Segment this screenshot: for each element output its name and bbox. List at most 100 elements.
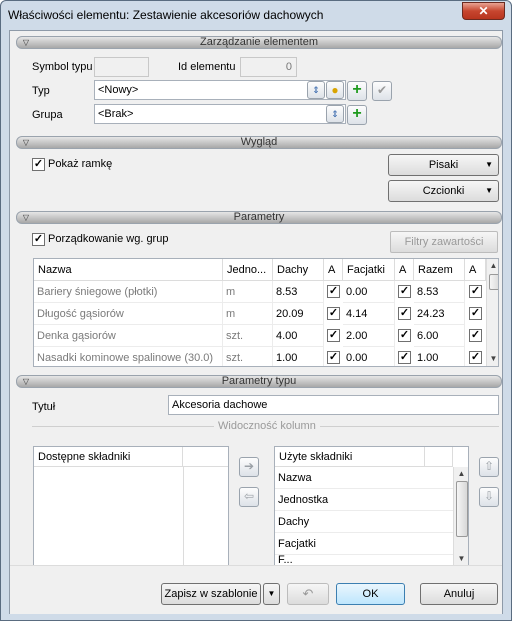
- used-scrollbar[interactable]: ▲ ▼: [453, 467, 468, 565]
- scroll-up-icon[interactable]: ▲: [454, 467, 468, 481]
- symbol-label: Symbol typu: [32, 61, 93, 73]
- chevron-down-icon[interactable]: ▼: [263, 583, 280, 605]
- cell-check[interactable]: ✓: [327, 329, 340, 342]
- visibility-label: Widoczność kolumn: [214, 420, 320, 432]
- cell-check[interactable]: ✓: [398, 307, 411, 320]
- used-list: Użyte składniki Nazwa Jednostka Dachy Fa…: [274, 446, 469, 565]
- id-label: Id elementu: [178, 61, 236, 73]
- ok-button[interactable]: OK: [336, 583, 405, 605]
- pens-button[interactable]: Pisaki ▼: [388, 154, 499, 176]
- show-frame-checkbox[interactable]: ✓: [32, 158, 45, 171]
- grupa-label: Grupa: [32, 109, 63, 121]
- col-header[interactable]: A: [324, 259, 343, 281]
- content-filters-button[interactable]: Filtry zawartości: [390, 231, 498, 253]
- available-header-extra: [183, 447, 228, 467]
- section-title: Wygląd: [240, 136, 278, 148]
- cell-dachy[interactable]: 1.00: [273, 347, 324, 366]
- fonts-button[interactable]: Czcionki ▼: [388, 180, 499, 202]
- col-header[interactable]: Facjatki: [343, 259, 395, 281]
- cell-check[interactable]: ✓: [327, 285, 340, 298]
- chevron-down-icon: ▼: [485, 160, 493, 169]
- params-scrollbar[interactable]: ▲ ▼: [486, 259, 498, 366]
- col-header[interactable]: Nazwa: [34, 259, 223, 281]
- available-header[interactable]: Dostępne składniki: [34, 447, 183, 467]
- cell-check[interactable]: ✓: [469, 351, 482, 364]
- used-header[interactable]: Użyte składniki: [275, 447, 425, 467]
- cell-unit: m: [223, 281, 273, 303]
- symbol-field: [94, 57, 149, 77]
- scroll-thumb[interactable]: [456, 481, 468, 537]
- section-title: Parametry: [233, 211, 285, 223]
- grupa-field[interactable]: <Brak>: [94, 104, 346, 124]
- cell-facjatki[interactable]: 0.00: [343, 347, 395, 366]
- cell-check[interactable]: ✓: [469, 285, 482, 298]
- cell-razem[interactable]: 6.00: [414, 325, 465, 347]
- cell-facjatki[interactable]: 2.00: [343, 325, 395, 347]
- add-type-button[interactable]: +: [347, 81, 367, 101]
- cell-dachy[interactable]: 8.53: [273, 281, 324, 303]
- collapse-icon: ▽: [22, 138, 30, 147]
- cell-razem[interactable]: 8.53: [414, 281, 465, 303]
- dropdown-icon[interactable]: ⇕: [307, 81, 325, 99]
- cell-razem[interactable]: 24.23: [414, 303, 465, 325]
- cell-check[interactable]: ✓: [327, 351, 340, 364]
- list-item[interactable]: Dachy: [275, 511, 453, 533]
- cancel-button[interactable]: Anuluj: [420, 583, 498, 605]
- cell-check[interactable]: ✓: [398, 351, 411, 364]
- list-item[interactable]: Facjatki: [275, 533, 453, 555]
- pens-label: Pisaki: [428, 159, 459, 171]
- cell-unit: m: [223, 303, 273, 325]
- lamp-icon[interactable]: ●: [326, 81, 344, 99]
- cell-facjatki[interactable]: 4.14: [343, 303, 395, 325]
- save-template-button[interactable]: Zapisz w szablonie: [161, 583, 261, 605]
- move-down-button[interactable]: ⇩: [479, 487, 499, 507]
- section-params-header[interactable]: ▽ Parametry: [16, 211, 502, 224]
- move-up-button[interactable]: ⇧: [479, 457, 499, 477]
- close-button[interactable]: ✕: [462, 2, 505, 20]
- cell-unit: szt.: [223, 347, 273, 366]
- cell-name: Nasadki kominowe spalinowe (30.0): [34, 347, 223, 366]
- col-header[interactable]: Jedno...: [223, 259, 273, 281]
- list-item[interactable]: F...: [275, 555, 453, 565]
- cell-check[interactable]: ✓: [398, 329, 411, 342]
- section-manage-header[interactable]: ▽ Zarządzanie elementem: [16, 36, 502, 49]
- cell-facjatki[interactable]: 0.00: [343, 281, 395, 303]
- cell-dachy[interactable]: 4.00: [273, 325, 324, 347]
- scroll-thumb[interactable]: [489, 274, 498, 290]
- move-left-button[interactable]: ⇦: [239, 487, 259, 507]
- cell-check[interactable]: ✓: [469, 329, 482, 342]
- undo-button[interactable]: ↶: [287, 583, 329, 605]
- cell-check[interactable]: ✓: [327, 307, 340, 320]
- col-header[interactable]: Dachy: [273, 259, 324, 281]
- add-group-button[interactable]: +: [347, 105, 367, 125]
- move-right-button[interactable]: ➔: [239, 457, 259, 477]
- fonts-label: Czcionki: [422, 185, 465, 197]
- title-label: Tytuł: [32, 401, 56, 413]
- show-frame-label: Pokaż ramkę: [48, 158, 113, 170]
- scroll-down-icon[interactable]: ▼: [454, 552, 468, 565]
- col-header[interactable]: A: [395, 259, 414, 281]
- col-header[interactable]: A: [465, 259, 486, 281]
- cell-check[interactable]: ✓: [398, 285, 411, 298]
- section-look-header[interactable]: ▽ Wygląd: [16, 136, 502, 149]
- section-type-params-header[interactable]: ▽ Parametry typu: [16, 375, 502, 388]
- dropdown-icon[interactable]: ⇕: [326, 105, 344, 123]
- cell-razem[interactable]: 1.00: [414, 347, 465, 366]
- collapse-icon: ▽: [22, 213, 30, 222]
- scroll-down-icon[interactable]: ▼: [487, 352, 498, 366]
- title-field[interactable]: Akcesoria dachowe: [168, 395, 499, 415]
- sort-groups-checkbox[interactable]: ✓: [32, 233, 45, 246]
- list-item[interactable]: Nazwa: [275, 467, 453, 489]
- confirm-icon[interactable]: ✔: [372, 81, 392, 101]
- params-table: Nazwa Jedno... Dachy A Facjatki A Razem …: [33, 258, 499, 367]
- scroll-up-icon[interactable]: ▲: [487, 259, 498, 273]
- cell-check[interactable]: ✓: [469, 307, 482, 320]
- typ-label: Typ: [32, 85, 50, 97]
- sort-groups-label: Porządkowanie wg. grup: [48, 233, 169, 245]
- list-item[interactable]: Jednostka: [275, 489, 453, 511]
- cell-dachy[interactable]: 20.09: [273, 303, 324, 325]
- used-header-extra: [425, 447, 453, 467]
- title-bar[interactable]: Właściwości elementu: Zestawienie akceso…: [1, 1, 511, 29]
- section-title: Zarządzanie elementem: [199, 36, 318, 48]
- col-header[interactable]: Razem: [414, 259, 465, 281]
